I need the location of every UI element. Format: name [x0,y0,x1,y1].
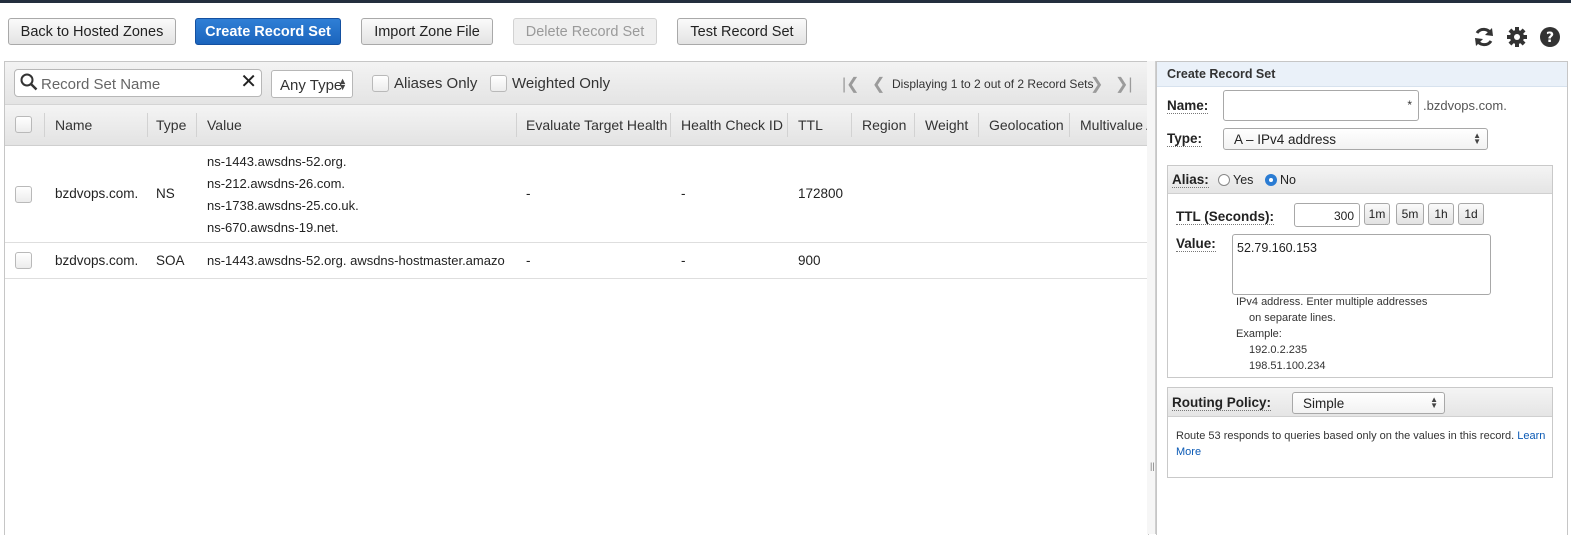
select-arrows-icon: ▲ ▼ [338,76,347,92]
alias-yes-radio[interactable] [1218,174,1230,186]
record-details-box: Alias: Yes No TTL (Seconds): 300 1m 5m 1… [1167,165,1553,378]
prev-page-icon[interactable]: ❮ [872,74,885,94]
last-page-icon[interactable]: ❯| [1115,74,1133,94]
routing-policy-select[interactable]: Simple ▲ ▼ [1292,392,1445,414]
column-header-multivalue[interactable]: Multivalue A [1080,117,1148,133]
gear-icon[interactable] [1506,26,1528,48]
search-placeholder: Record Set Name [41,76,161,93]
column-header-health-check-id[interactable]: Health Check ID [681,117,783,133]
row-checkbox[interactable] [15,186,32,203]
panel-splitter[interactable]: || [1147,61,1156,534]
column-header-weight[interactable]: Weight [925,117,968,133]
ttl-input[interactable]: 300 [1294,203,1360,227]
column-header-type[interactable]: Type [156,117,186,133]
filter-bar: Record Set Name ✕ Any Type ▲ ▼ Aliases On… [5,62,1148,105]
first-page-icon[interactable]: |❮ [842,74,860,94]
evaluate-target-health: - [526,186,531,201]
table-row[interactable]: bzdvops.com. NS ns-1443.awsdns-52.org. n… [5,146,1148,243]
ttl-1m-button[interactable]: 1m [1364,203,1390,225]
select-arrows-icon: ▲ ▼ [1473,131,1481,146]
ttl-1d-button[interactable]: 1d [1458,203,1484,225]
column-header-name[interactable]: Name [55,117,92,133]
routing-policy-row: Routing Policy: Simple ▲ ▼ [1168,388,1552,417]
record-name: bzdvops.com. [55,253,139,268]
row-checkbox[interactable] [15,252,32,269]
create-record-set-button[interactable]: Create Record Set [195,18,341,45]
top-border [0,0,1571,3]
routing-policy-box: Routing Policy: Simple ▲ ▼ Route 53 respo… [1167,387,1553,478]
ttl-5m-button[interactable]: 5m [1396,203,1424,225]
name-label: Name: [1167,98,1209,114]
record-type: SOA [156,253,185,268]
learn-more-link[interactable]: Learn [1517,430,1545,442]
pagination-text: Displaying 1 to 2 out of 2 Record Sets [892,77,1094,91]
alias-yes-label: Yes [1233,173,1254,187]
alias-no-radio[interactable] [1265,174,1277,186]
ttl-1h-button[interactable]: 1h [1428,203,1454,225]
column-header-geolocation[interactable]: Geolocation [989,117,1064,133]
test-record-set-button[interactable]: Test Record Set [677,18,807,45]
value-label: Value: [1176,236,1216,252]
type-label: Type: [1167,131,1203,147]
record-value: ns-1443.awsdns-52.org. ns-212.awsdns-26.… [207,154,359,235]
value-help-text: IPv4 address. Enter multiple addresses o… [1236,296,1428,372]
alias-no-label: No [1280,173,1296,187]
name-suffix: .bzdvops.com. [1423,98,1507,113]
column-header-evaluate-target-health[interactable]: Evaluate Target Health [526,117,667,133]
back-to-hosted-zones-button[interactable]: Back to Hosted Zones [8,18,176,45]
table-header: Name Type Value Evaluate Target Health H… [5,105,1148,146]
name-input[interactable]: * [1223,90,1419,121]
record-value: ns-1443.awsdns-52.org. awsdns-hostmaster… [207,253,505,268]
type-filter-select[interactable]: Any Type ▲ ▼ [271,70,353,98]
aliases-only-label: Aliases Only [394,75,478,92]
record-type: NS [156,186,175,201]
routing-policy-description: Route 53 responds to queries based only … [1176,430,1546,458]
select-arrows-icon: ▲ ▼ [1430,395,1438,410]
routing-policy-value: Simple [1303,396,1345,411]
record-name: bzdvops.com. [55,186,139,201]
record-sets-panel: Record Set Name ✕ Any Type ▲ ▼ Aliases On… [4,61,1149,535]
refresh-icon[interactable] [1473,26,1495,48]
import-zone-file-button[interactable]: Import Zone File [361,18,493,45]
next-page-icon[interactable]: ❯ [1090,74,1103,94]
ttl-label: TTL (Seconds): [1176,209,1275,225]
type-filter-value: Any Type [280,77,343,94]
required-mark: * [1407,98,1412,112]
health-check-id: - [681,253,686,268]
evaluate-target-health: - [526,253,531,268]
splitter-grip-icon: || [1150,461,1155,471]
weighted-only-checkbox[interactable] [490,75,507,92]
panel-header: Create Record Set [1157,62,1567,87]
column-header-region[interactable]: Region [862,117,906,133]
type-select-value: A – IPv4 address [1234,132,1337,147]
learn-more-link-more[interactable]: More [1176,446,1201,458]
health-check-id: - [681,186,686,201]
alias-row: Alias: Yes No [1168,166,1552,194]
record-set-name-search[interactable]: Record Set Name ✕ [14,69,262,97]
type-select[interactable]: A – IPv4 address ▲ ▼ [1223,128,1488,150]
value-textarea[interactable]: 52.79.160.153 [1232,234,1491,295]
aliases-only-checkbox[interactable] [372,75,389,92]
create-record-set-panel: Create Record Set Name: * .bzdvops.com. … [1156,61,1568,535]
column-header-value[interactable]: Value [207,117,242,133]
svg-text:?: ? [1546,30,1554,46]
select-all-checkbox[interactable] [15,116,32,133]
routing-policy-label: Routing Policy: [1172,395,1271,411]
record-ttl: 172800 [798,186,844,201]
delete-record-set-button: Delete Record Set [513,18,657,45]
record-ttl: 900 [798,253,821,268]
panel-title: Create Record Set [1167,67,1276,81]
alias-label: Alias: [1172,172,1209,188]
search-icon [20,73,38,91]
help-icon[interactable]: ? [1539,26,1561,48]
table-row[interactable]: bzdvops.com. SOA ns-1443.awsdns-52.org. … [5,243,1148,279]
clear-search-icon[interactable]: ✕ [240,72,257,92]
weighted-only-label: Weighted Only [512,75,611,92]
column-header-ttl[interactable]: TTL [798,117,823,133]
